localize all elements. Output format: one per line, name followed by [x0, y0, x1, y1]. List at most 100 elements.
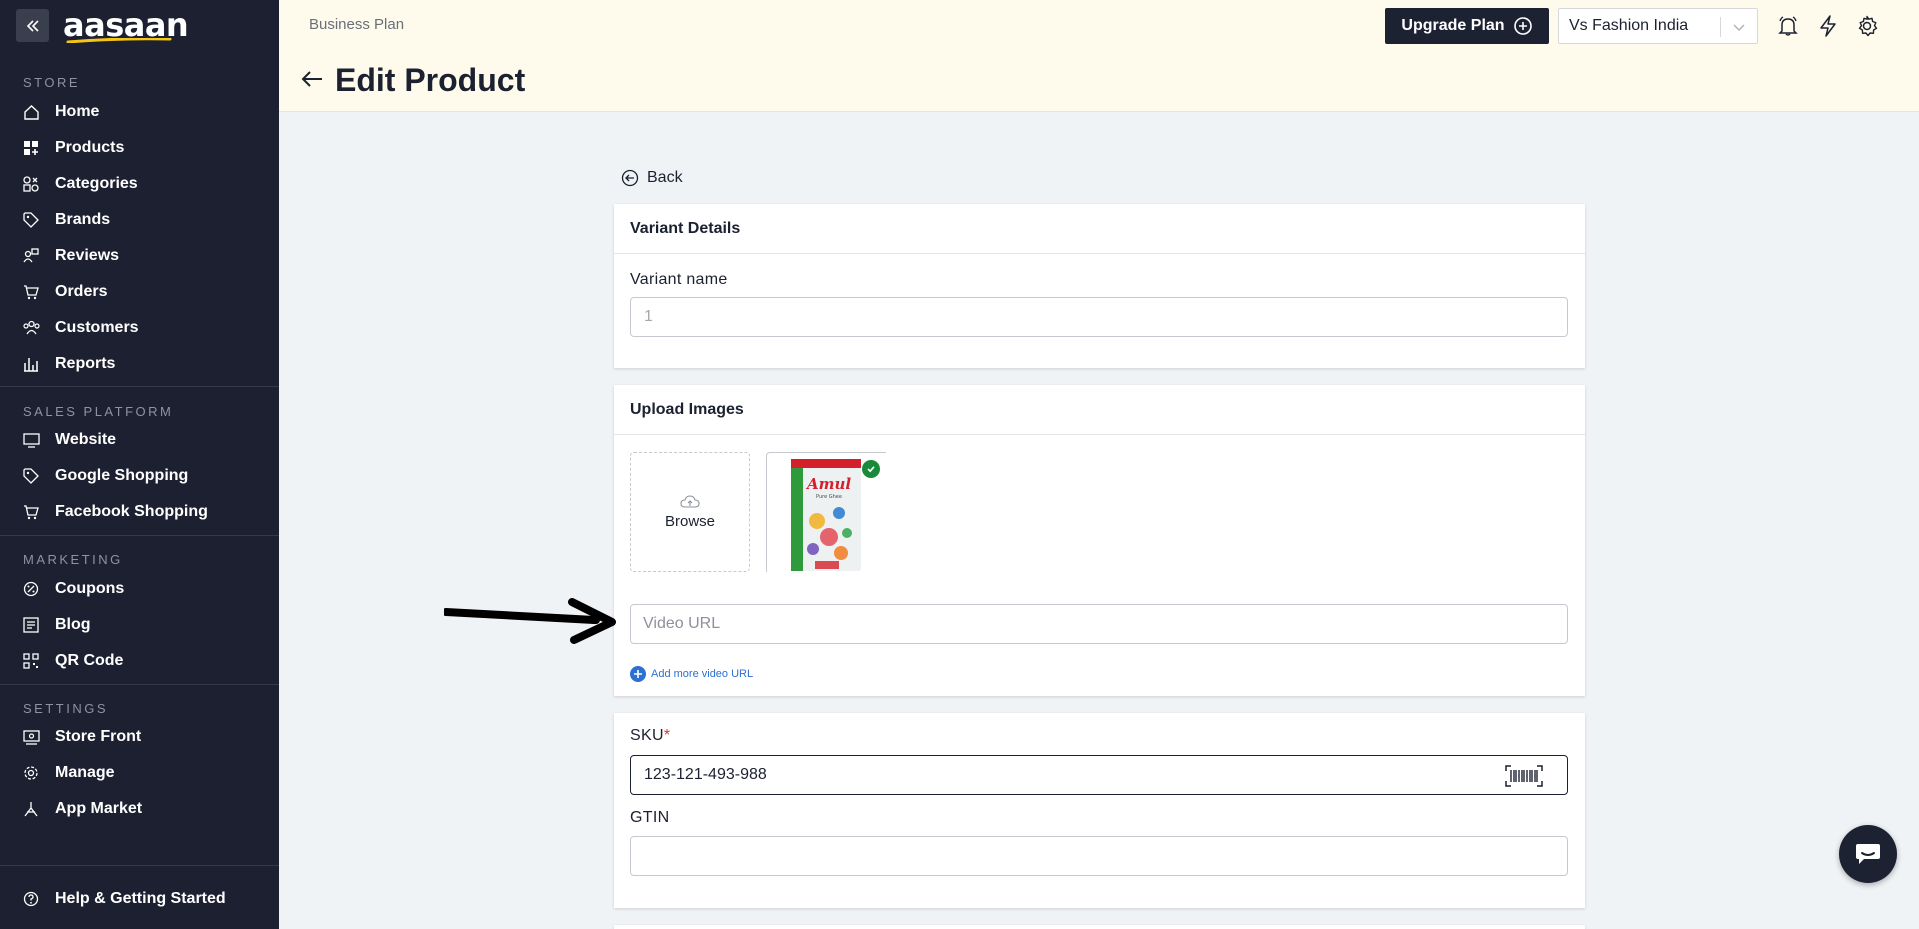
store-selector-value: Vs Fashion India [1569, 17, 1689, 34]
nav-customers[interactable]: Customers [22, 315, 139, 341]
add-more-video-url-label: Add more video URL [651, 668, 754, 680]
sku-label: SKU* [630, 727, 670, 745]
sidebar-divider [0, 684, 279, 685]
plus-circle-icon [1513, 17, 1532, 35]
nav-google-shopping-label: Google Shopping [55, 467, 189, 484]
nav-website[interactable]: Website [22, 427, 116, 453]
sku-card: SKU* 123-121-493-988 GTIN [614, 713, 1585, 908]
bell-icon [1778, 16, 1798, 36]
nav-customers-label: Customers [55, 319, 139, 336]
monitor-icon [22, 431, 40, 449]
nav-app-market-label: App Market [55, 800, 143, 817]
sidebar: aasaan STORE Home Products Categories Br… [0, 0, 279, 929]
cart-icon [22, 503, 40, 521]
section-label-store: STORE [23, 75, 81, 90]
nav-reports-label: Reports [55, 355, 116, 372]
chevron-down-icon [1733, 24, 1745, 32]
gear-icon [1858, 15, 1878, 37]
nav-help[interactable]: Help & Getting Started [22, 886, 226, 912]
store-front-icon [22, 728, 40, 746]
tag-icon [22, 211, 40, 229]
check-circle-icon [862, 460, 880, 478]
quick-actions-button[interactable] [1816, 14, 1840, 38]
tag-icon [22, 467, 40, 485]
nav-store-front-label: Store Front [55, 728, 142, 745]
nav-manage[interactable]: Manage [22, 760, 115, 786]
top-header: Business Plan Edit Product Upgrade Plan … [279, 0, 1919, 112]
nav-categories-label: Categories [55, 175, 138, 192]
plus-circle-icon [630, 666, 646, 682]
nav-orders-label: Orders [55, 283, 108, 300]
nav-app-market[interactable]: App Market [22, 796, 142, 822]
nav-coupons-label: Coupons [55, 580, 125, 597]
sidebar-divider [0, 865, 279, 866]
section-label-settings: SETTINGS [23, 701, 109, 716]
arrow-left-circle-icon [621, 169, 639, 187]
nav-qr-code-label: QR Code [55, 652, 124, 669]
nav-coupons[interactable]: Coupons [22, 576, 124, 602]
nav-reviews[interactable]: Reviews [22, 243, 119, 269]
nav-home[interactable]: Home [22, 99, 99, 125]
nav-blog[interactable]: Blog [22, 612, 91, 638]
gtin-input[interactable] [630, 836, 1568, 876]
help-circle-icon [22, 890, 40, 908]
nav-reports[interactable]: Reports [22, 351, 115, 377]
sku-value: 123-121-493-988 [644, 766, 767, 783]
nav-manage-label: Manage [55, 764, 115, 781]
blog-icon [22, 616, 40, 634]
sidebar-divider [0, 386, 279, 387]
bar-chart-icon [22, 355, 40, 373]
nav-categories[interactable]: Categories [22, 171, 138, 197]
nav-brands-label: Brands [55, 211, 111, 228]
sku-input[interactable]: 123-121-493-988 [630, 755, 1568, 795]
required-mark: * [663, 727, 671, 744]
collapse-sidebar-button[interactable] [16, 9, 49, 42]
nav-blog-label: Blog [55, 616, 91, 633]
next-card [614, 925, 1585, 929]
variant-details-card: Variant Details Variant name 1 [614, 204, 1585, 368]
reviews-icon [22, 247, 40, 265]
nav-products[interactable]: Products [22, 135, 124, 161]
variant-name-input[interactable]: 1 [630, 297, 1568, 337]
back-label: Back [647, 169, 683, 186]
back-link[interactable]: Back [621, 169, 683, 187]
product-image-brand: Amul [805, 475, 851, 493]
home-icon [22, 103, 40, 121]
video-url-input[interactable]: Video URL [630, 604, 1568, 644]
barcode-scan-icon[interactable] [1505, 765, 1543, 787]
arrow-left-icon[interactable] [301, 70, 323, 88]
notifications-button[interactable] [1776, 14, 1800, 38]
double-chevron-left-icon [26, 19, 39, 32]
sku-label-text: SKU [630, 727, 664, 744]
product-image-subtitle: Pure Ghee [816, 494, 842, 500]
nav-facebook-shopping-label: Facebook Shopping [55, 503, 208, 520]
qr-code-icon [22, 652, 40, 670]
upgrade-plan-label: Upgrade Plan [1401, 17, 1505, 34]
variant-name-placeholder: 1 [644, 308, 653, 325]
add-more-video-url-button[interactable]: Add more video URL [630, 666, 753, 682]
nav-reviews-label: Reviews [55, 247, 120, 264]
section-label-marketing: MARKETING [23, 552, 123, 567]
upload-images-title: Upload Images [614, 385, 1585, 435]
nav-google-shopping[interactable]: Google Shopping [22, 463, 188, 489]
nav-brands[interactable]: Brands [22, 207, 110, 233]
chat-support-button[interactable] [1839, 825, 1897, 883]
nav-store-front[interactable]: Store Front [22, 724, 141, 750]
logo-underline [66, 38, 172, 43]
gear-icon [22, 764, 40, 782]
nav-facebook-shopping[interactable]: Facebook Shopping [22, 499, 208, 525]
store-selector[interactable]: Vs Fashion India [1558, 8, 1758, 44]
lightning-icon [1820, 15, 1836, 37]
nav-home-label: Home [55, 103, 100, 120]
app-market-icon [22, 800, 40, 818]
browse-upload-button[interactable]: Browse [630, 452, 750, 572]
upgrade-plan-button[interactable]: Upgrade Plan [1385, 8, 1549, 44]
nav-qr-code[interactable]: QR Code [22, 648, 123, 674]
section-label-sales-platform: SALES PLATFORM [23, 404, 174, 419]
settings-button[interactable] [1855, 14, 1879, 38]
customers-icon [22, 319, 40, 337]
cloud-upload-icon [680, 494, 700, 508]
nav-website-label: Website [55, 431, 117, 448]
nav-orders[interactable]: Orders [22, 279, 107, 305]
coupon-icon [22, 580, 40, 598]
